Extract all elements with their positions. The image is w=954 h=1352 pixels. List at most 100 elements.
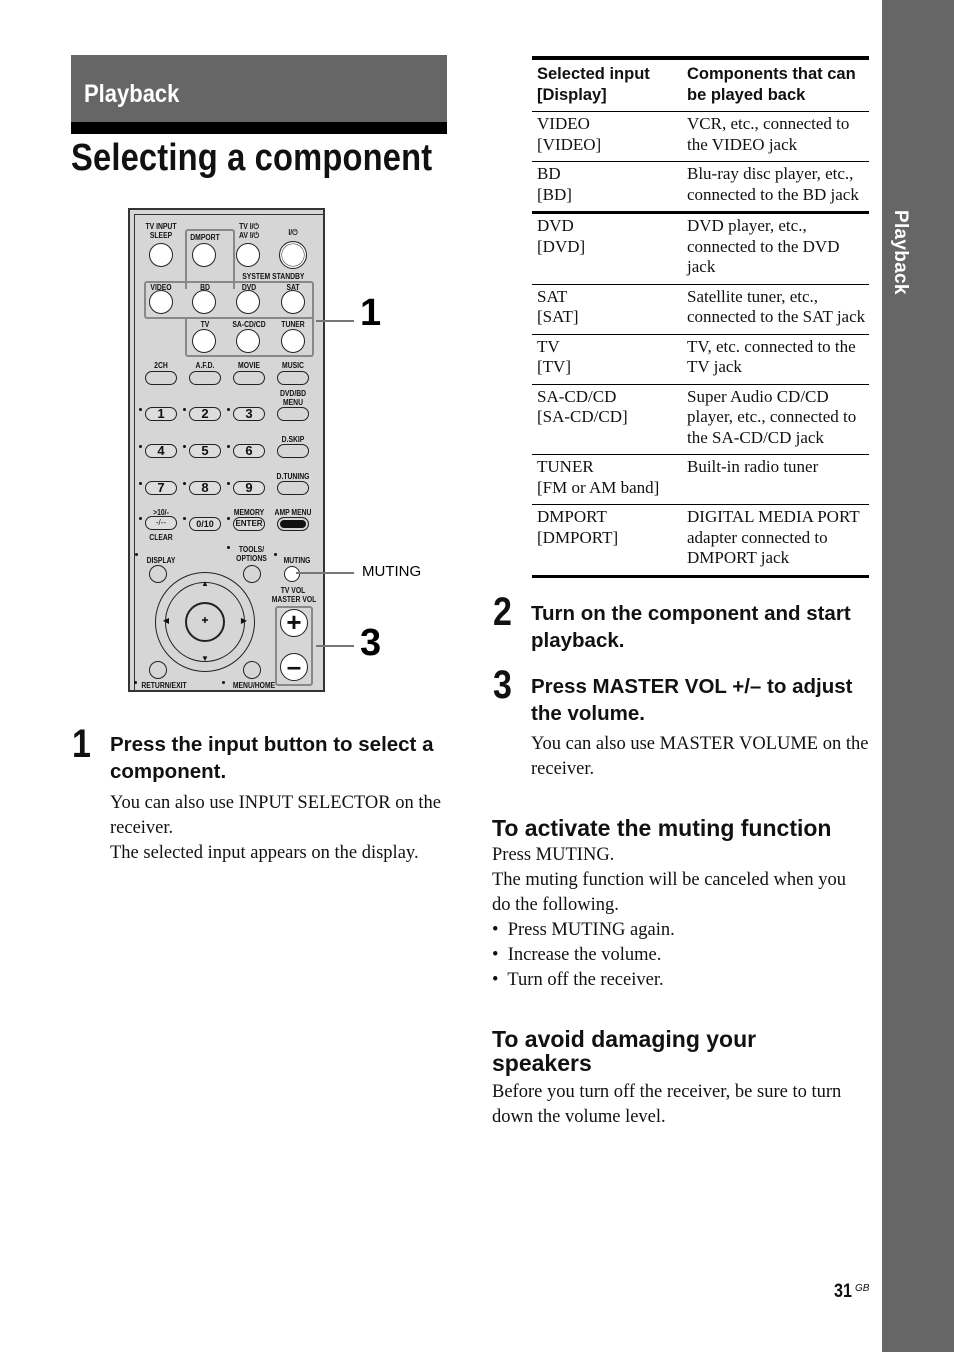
input-name: DVD — [537, 216, 574, 235]
remote-dot — [227, 517, 230, 520]
table-row: BD [BD] Blu-ray disc player, etc., connect… — [532, 161, 869, 214]
table-header-input: Selected input [Display] — [532, 56, 682, 112]
speakers-heading: To avoid damaging your speakers — [492, 1026, 757, 1076]
step-number: 3 — [493, 663, 512, 707]
sat-button — [281, 290, 305, 314]
remote-dot — [139, 517, 142, 520]
d-skip-button — [277, 444, 309, 458]
table-cell-components: DVD player, etc., connected to the DVD j… — [682, 212, 869, 285]
input-display: [DMPORT] — [537, 527, 619, 547]
remote-label-tv: TV — [200, 320, 210, 329]
right-arrow-icon: ▶ — [240, 616, 248, 625]
muting-line: Press MUTING. — [492, 845, 615, 865]
dvd-bd-menu-button — [277, 407, 309, 421]
input-display: [VIDEO] — [537, 134, 602, 154]
return-button — [149, 661, 167, 679]
remote-dot — [183, 408, 186, 411]
input-name: SAT — [537, 286, 568, 306]
input-display: [SA-CD/CD] — [537, 407, 628, 426]
clear-button: -/-- — [145, 516, 177, 530]
section-title: Playback — [84, 80, 180, 108]
music-button — [277, 371, 309, 385]
table-cell-input: BD [BD] — [532, 161, 682, 214]
remote-dot — [139, 445, 142, 448]
sacd-button — [236, 329, 260, 353]
input-name: BD — [537, 164, 561, 183]
muting-line: The muting function will be canceled whe… — [492, 870, 846, 915]
remote-label-clear: CLEAR — [149, 533, 173, 542]
remote-label-muting: MUTING — [283, 556, 311, 565]
digit-button-4: 4 — [145, 444, 177, 458]
callout-line-muting — [296, 572, 354, 574]
step-number: 1 — [72, 722, 91, 766]
remote-label-music: MUSIC — [282, 361, 304, 370]
digit-button-2: 2 — [189, 407, 221, 421]
remote-label-two_ch: 2CH — [154, 361, 168, 370]
dmport-button — [192, 243, 216, 267]
table-cell-components: VCR, etc., connected to the VIDEO jack — [682, 111, 869, 162]
remote-label-d_skip: D.SKIP — [281, 435, 305, 444]
step-body-line: You can also use MASTER VOLUME on the re… — [531, 734, 869, 779]
tuner-button — [281, 329, 305, 353]
master-vol-minus-button: – — [280, 653, 308, 681]
table-row: TV [TV] TV, etc. connected to the TV jack — [532, 334, 869, 385]
dvd-button — [236, 290, 260, 314]
movie-button — [233, 371, 265, 385]
master-vol-plus-button: + — [280, 609, 308, 637]
digit-button-5: 5 — [189, 444, 221, 458]
digit-button-3: 3 — [233, 407, 265, 421]
page-suffix: GB — [855, 1283, 870, 1294]
tv-input-button — [149, 243, 173, 267]
section-band-rule — [71, 122, 447, 134]
side-tab-label: Playback — [890, 210, 911, 295]
callout-muting: MUTING — [362, 563, 422, 580]
remote-label-memory: MEMORY — [233, 508, 265, 517]
remote-dot — [227, 445, 230, 448]
step-heading: Turn on the component and start playback… — [531, 602, 851, 652]
input-name: DMPORT — [537, 507, 607, 526]
zero-button: 0/10 — [189, 517, 221, 531]
digit-button-1: 1 — [145, 407, 177, 421]
muting-bullet: • Turn off the receiver. — [492, 970, 664, 990]
step-heading: Press MASTER VOL +/– to adjust the volum… — [531, 675, 853, 725]
remote-label-tv_av_power: TV I/⏻ AV I/⏻ — [238, 222, 259, 240]
bd-button — [192, 290, 216, 314]
remote-dot — [134, 681, 137, 684]
d-tuning-button — [277, 481, 309, 495]
table-row: SAT [SAT] Satellite tuner, etc., connected… — [532, 284, 869, 335]
remote-dot — [139, 408, 142, 411]
table-header-row: Selected input [Display] Components that… — [532, 56, 869, 112]
remote-dot — [227, 408, 230, 411]
power-button — [279, 241, 307, 269]
menu-home-button — [243, 661, 261, 679]
step-number: 2 — [493, 590, 512, 634]
table-row: VIDEO [VIDEO] VCR, etc., connected to the … — [532, 111, 869, 162]
remote-dot — [183, 482, 186, 485]
av-power-button — [236, 243, 260, 267]
remote-label-power: I/⏻ — [288, 228, 298, 237]
input-display: [BD] — [537, 184, 572, 204]
table-cell-input: TV [TV] — [532, 334, 682, 385]
page-number: 31 — [834, 1281, 852, 1302]
input-table: Selected input [Display] Components that… — [532, 56, 869, 578]
tv-button — [192, 329, 216, 353]
remote-label-tv_vol: TV VOL MASTER VOL — [271, 586, 317, 604]
input-display: [TV] — [537, 357, 571, 376]
remote-label-movie: MOVIE — [238, 361, 260, 370]
digit-button-9: 9 — [233, 481, 265, 495]
remote-dot — [227, 482, 230, 485]
callout-3: 3 — [360, 622, 382, 664]
callout-line-1 — [316, 320, 354, 322]
digit-button-7: 7 — [145, 481, 177, 495]
two-ch-button — [145, 371, 177, 385]
muting-heading: To activate the muting function — [492, 815, 832, 841]
step-body: You can also use MASTER VOLUME on the re… — [531, 732, 876, 782]
up-arrow-icon: ▲ — [201, 579, 209, 588]
table-header-components: Components that can be played back — [682, 56, 869, 112]
input-name: TUNER — [537, 457, 594, 476]
table-cell-components: TV, etc. connected to the TV jack — [682, 334, 869, 385]
enter-button: ENTER — [233, 517, 265, 531]
remote-label-return: RETURN/EXIT — [141, 681, 187, 690]
display-button — [149, 565, 167, 583]
remote-label-amp_menu: AMP MENU — [274, 508, 312, 517]
